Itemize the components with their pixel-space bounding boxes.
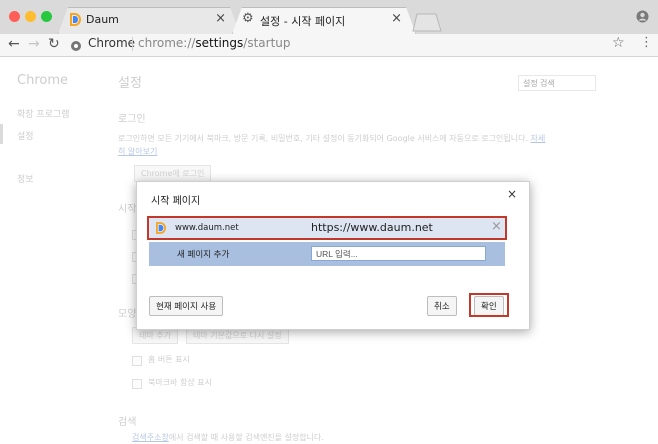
address-bar[interactable]: Chrome chrome://settings/startup: [70, 36, 630, 52]
forward-arrow-icon[interactable]: →: [28, 36, 40, 52]
dialog-close-icon[interactable]: ×: [507, 187, 517, 201]
back-arrow-icon[interactable]: ←: [8, 36, 20, 52]
highlight-outline-ok: [469, 293, 509, 317]
zoom-window-button[interactable]: [41, 11, 52, 22]
use-current-pages-button[interactable]: 현재 페이지 사용: [149, 296, 224, 316]
tab-title: Daum: [86, 13, 119, 26]
menu-dots-icon[interactable]: ⋮: [640, 35, 653, 50]
profile-icon[interactable]: [636, 8, 649, 27]
dialog-title: 시작 페이지: [151, 196, 201, 207]
omnibox-divider: [132, 37, 133, 51]
chrome-secure-icon: [70, 37, 82, 56]
new-tab-button[interactable]: [412, 12, 442, 32]
tab-settings-startup[interactable]: ⚙ 설정 - 시작 페이지 ×: [232, 7, 416, 34]
add-page-row: 새 페이지 추가: [149, 242, 505, 266]
omnibox-url: chrome://settings/startup: [138, 36, 291, 50]
startup-pages-dialog: 시작 페이지 × www.daum.net https://www.daum.n…: [136, 181, 530, 330]
highlight-outline-row: [147, 216, 507, 240]
gear-icon: ⚙: [242, 11, 254, 26]
tab-close-icon[interactable]: ×: [215, 11, 226, 26]
daum-favicon-icon: [70, 13, 81, 26]
cancel-button[interactable]: 취소: [427, 296, 457, 316]
tab-title: 설정 - 시작 페이지: [260, 15, 346, 28]
close-window-button[interactable]: [9, 11, 20, 22]
add-page-label: 새 페이지 추가: [177, 250, 230, 260]
reload-icon[interactable]: ↻: [48, 36, 60, 52]
tab-daum[interactable]: Daum ×: [58, 7, 240, 34]
omnibox-chip: Chrome: [88, 36, 136, 50]
bookmark-star-icon[interactable]: ☆: [612, 35, 625, 51]
url-input[interactable]: [311, 246, 486, 261]
minimize-window-button[interactable]: [25, 11, 36, 22]
tab-close-icon[interactable]: ×: [391, 11, 402, 26]
new-tab-icon: [412, 13, 442, 32]
